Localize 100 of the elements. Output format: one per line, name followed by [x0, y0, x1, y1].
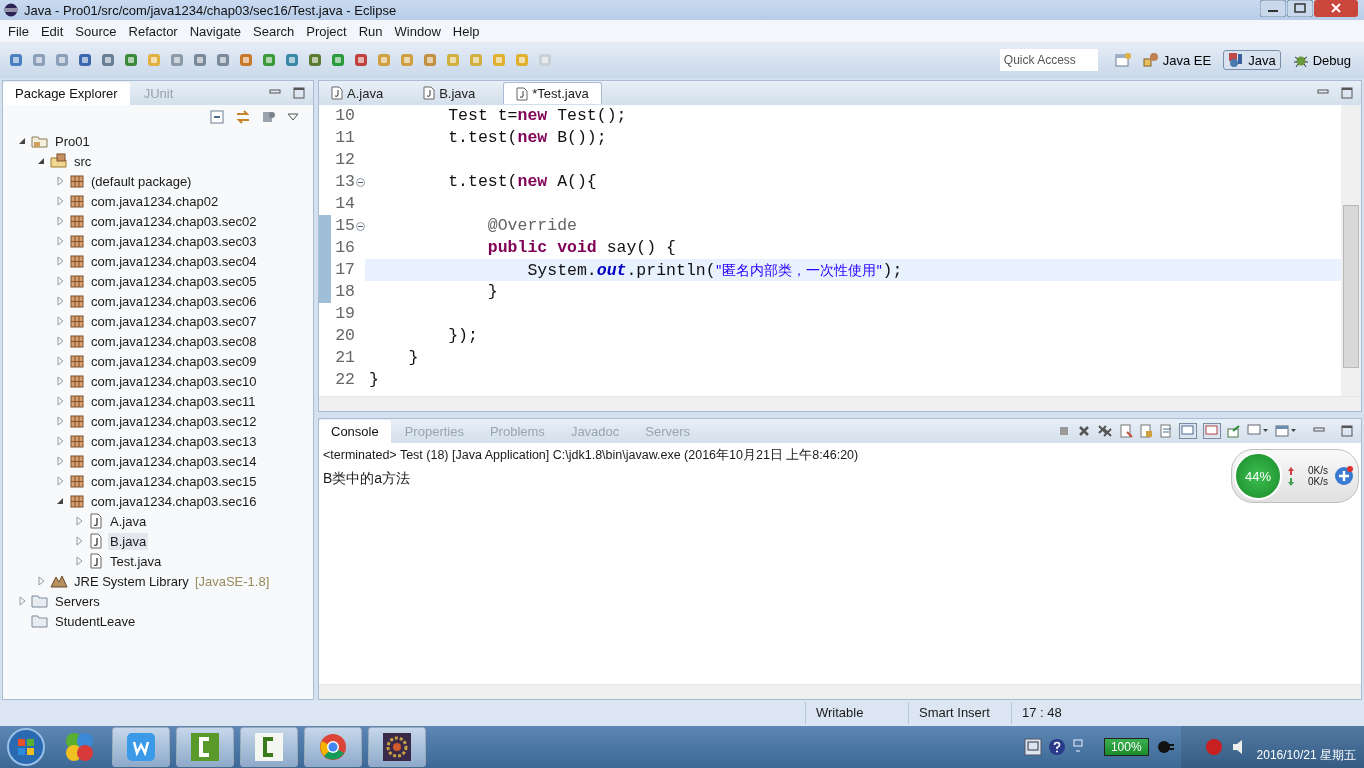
editor-tab[interactable]: B.java — [411, 82, 488, 104]
tree-item[interactable]: com.java1234.chap03.sec09 — [89, 352, 259, 370]
remove-all-icon[interactable] — [1097, 424, 1113, 438]
maximize-icon[interactable] — [1287, 0, 1313, 17]
expand-toggle-icon[interactable] — [74, 536, 84, 546]
collapse-icon[interactable] — [355, 221, 365, 231]
expand-toggle-icon[interactable] — [55, 176, 65, 186]
menu-item[interactable]: File — [2, 23, 35, 39]
tree-item[interactable]: com.java1234.chap03.sec13 — [89, 432, 259, 450]
tree-item[interactable]: src — [72, 152, 94, 170]
new-console-icon[interactable] — [1275, 424, 1297, 438]
tree-item[interactable]: com.java1234.chap02 — [89, 192, 221, 210]
tree-item[interactable]: StudentLeave — [53, 612, 138, 630]
expand-toggle-icon[interactable] — [55, 476, 65, 486]
pin-console-icon[interactable] — [1227, 424, 1241, 438]
expand-toggle-icon[interactable] — [55, 216, 65, 226]
view-tab[interactable]: Package Explorer — [3, 81, 130, 105]
tree-item[interactable]: com.java1234.chap03.sec11 — [89, 392, 258, 410]
tree-item[interactable]: com.java1234.chap03.sec16 — [89, 492, 259, 510]
vertical-scrollbar[interactable] — [1341, 105, 1361, 396]
expand-toggle-icon[interactable] — [17, 596, 27, 606]
expand-toggle-icon[interactable] — [55, 276, 65, 286]
browser-app-icon[interactable] — [318, 732, 348, 762]
tree-item[interactable]: com.java1234.chap03.sec08 — [89, 332, 259, 350]
plus-icon[interactable] — [1334, 466, 1354, 486]
menu-item[interactable]: Edit — [34, 23, 70, 39]
document-app-icon[interactable] — [126, 732, 156, 762]
editor-tab[interactable]: *Test.java — [503, 82, 602, 104]
collapse-all-icon[interactable] — [209, 109, 225, 125]
tree-item[interactable]: com.java1234.chap03.sec06 — [89, 292, 259, 310]
show-on-error-icon[interactable] — [1203, 423, 1221, 439]
word-wrap-icon[interactable] — [1159, 424, 1173, 438]
start-button[interactable] — [6, 727, 46, 767]
expand-toggle-icon[interactable] — [55, 256, 65, 266]
menu-item[interactable]: Help — [446, 23, 486, 39]
tree-item[interactable]: com.java1234.chap03.sec12 — [89, 412, 259, 430]
filter-icon[interactable] — [261, 109, 277, 125]
recorder-app-icon[interactable] — [190, 732, 220, 762]
perspective-button[interactable]: Java — [1223, 50, 1281, 70]
tree-item[interactable]: com.java1234.chap03.sec03 — [89, 232, 259, 250]
scroll-lock-icon[interactable] — [1139, 424, 1153, 438]
link-editor-icon[interactable] — [235, 109, 251, 125]
expand-toggle-icon[interactable] — [55, 356, 65, 366]
quick-access-field[interactable]: Quick Access — [999, 49, 1098, 71]
editor-tab[interactable]: A.java — [319, 82, 396, 104]
expand-toggle-icon[interactable] — [17, 136, 27, 146]
menu-item[interactable]: Window — [388, 23, 447, 39]
tree-item[interactable]: com.java1234.chap03.sec04 — [89, 252, 259, 270]
menu-item[interactable]: Source — [69, 23, 123, 39]
help-icon[interactable] — [1047, 738, 1066, 756]
tree-item[interactable]: com.java1234.chap03.sec15 — [89, 472, 259, 490]
expand-toggle-icon[interactable] — [55, 416, 65, 426]
tree-item[interactable]: JRE System Library — [72, 572, 191, 590]
menu-item[interactable]: Search — [247, 23, 301, 39]
expand-toggle-icon[interactable] — [74, 516, 84, 526]
maximize-icon[interactable] — [1341, 425, 1353, 437]
horizontal-scrollbar[interactable] — [319, 396, 1361, 411]
tree-item[interactable]: Pro01 — [53, 132, 92, 150]
editor-app-icon[interactable] — [254, 732, 284, 762]
menu-item[interactable]: Navigate — [183, 23, 247, 39]
expand-toggle-icon[interactable] — [74, 556, 84, 566]
stop-icon[interactable] — [1057, 424, 1071, 438]
tree-item[interactable]: com.java1234.chap03.sec02 — [89, 212, 259, 230]
tree-item[interactable]: B.java — [108, 532, 149, 550]
menu-item[interactable]: Project — [300, 23, 353, 39]
close-icon[interactable] — [1314, 0, 1358, 17]
expand-toggle-icon[interactable] — [55, 376, 65, 386]
show-on-output-icon[interactable] — [1179, 423, 1197, 439]
tree-item[interactable]: com.java1234.chap03.sec14 — [89, 452, 259, 470]
menu-item[interactable]: Refactor — [122, 23, 184, 39]
tree-item[interactable]: Servers — [53, 592, 102, 610]
expand-toggle-icon[interactable] — [36, 576, 46, 586]
maximize-icon[interactable] — [293, 87, 305, 99]
maximize-icon[interactable] — [1341, 87, 1353, 99]
perspective-button[interactable]: Java EE — [1137, 50, 1217, 70]
view-menu-icon[interactable] — [287, 112, 299, 122]
collapse-icon[interactable] — [355, 177, 365, 187]
expand-toggle-icon[interactable] — [36, 156, 46, 166]
tree-item[interactable]: com.java1234.chap03.sec07 — [89, 312, 259, 330]
speed-widget[interactable]: 44% 0K/s 0K/s — [1231, 449, 1359, 503]
expand-toggle-icon[interactable] — [55, 456, 65, 466]
tree-item[interactable]: (default package) — [89, 172, 194, 190]
menu-item[interactable]: Run — [352, 23, 389, 39]
expand-toggle-icon[interactable] — [55, 396, 65, 406]
tree-item[interactable]: A.java — [108, 512, 149, 530]
perspective-button[interactable]: Debug — [1287, 50, 1356, 70]
expand-toggle-icon[interactable] — [55, 316, 65, 326]
display-console-icon[interactable] — [1247, 424, 1269, 438]
tree-item[interactable]: com.java1234.chap03.sec05 — [89, 272, 259, 290]
gear-app-icon[interactable] — [382, 732, 412, 762]
open-perspective-icon[interactable] — [1114, 52, 1131, 68]
expand-toggle-icon[interactable] — [55, 236, 65, 246]
tree-item[interactable]: com.java1234.chap03.sec10 — [89, 372, 259, 390]
clear-console-icon[interactable] — [1119, 424, 1133, 438]
expand-toggle-icon[interactable] — [55, 196, 65, 206]
view-tab[interactable]: Console — [319, 419, 391, 443]
expand-toggle-icon[interactable] — [55, 496, 65, 506]
expand-toggle-icon[interactable] — [55, 436, 65, 446]
tray-window-icon[interactable] — [1023, 738, 1042, 756]
horizontal-scrollbar[interactable] — [319, 684, 1361, 699]
